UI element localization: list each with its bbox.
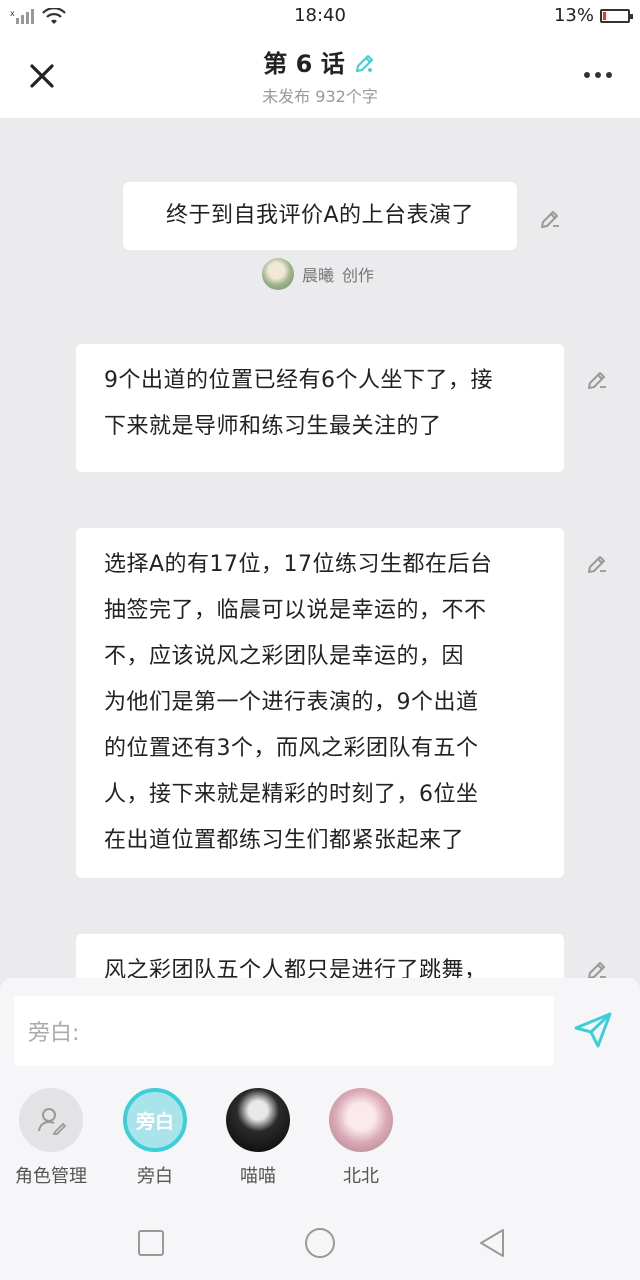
back-icon[interactable]: [475, 1226, 509, 1260]
more-dot: [584, 72, 590, 78]
input-placeholder: 旁白:: [28, 1021, 80, 1046]
recent-apps-icon[interactable]: [134, 1226, 168, 1260]
role-manage-icon: [38, 1108, 66, 1135]
paragraph-line: 不，应该说风之彩团队是幸运的，因: [104, 644, 465, 669]
episode-meta: 未发布 932个字: [0, 83, 640, 107]
author-info: 晨曦 创作: [262, 258, 374, 290]
battery-percent: 13%: [553, 5, 594, 26]
edit-icon[interactable]: [585, 551, 609, 575]
send-icon[interactable]: [572, 1008, 614, 1050]
avatar: [329, 1088, 393, 1152]
avatar: [226, 1088, 290, 1152]
status-time: 18:40: [294, 5, 346, 26]
role-label: 旁白: [137, 1166, 173, 1187]
role-narrator[interactable]: 旁白 旁白: [105, 1088, 205, 1188]
paragraph-line: 9个出道的位置已经有6个人坐下了，接: [104, 368, 493, 393]
home-icon[interactable]: [303, 1226, 337, 1260]
role-manage-circle: [19, 1088, 83, 1152]
paragraph-line: 下来就是导师和练习生最关注的了: [104, 414, 442, 439]
paragraph-bubble[interactable]: 风之彩团队五个人都只是进行了跳舞，: [76, 934, 564, 978]
more-icon[interactable]: [584, 72, 612, 78]
title-edit-icon[interactable]: [353, 50, 377, 74]
paragraph-line: 人，接下来就是精彩的时刻了，6位坐: [104, 782, 479, 807]
author-suffix: 创作: [342, 266, 375, 285]
episode-title: 第 6 话: [263, 50, 345, 78]
status-bar: x 18:40 13%: [0, 0, 640, 32]
role-narrator-avatar: 旁白: [123, 1088, 187, 1152]
system-nav-bar: [0, 1208, 640, 1280]
episode-title-row[interactable]: 第 6 话: [263, 44, 376, 79]
role-label: 北北: [343, 1166, 379, 1187]
story-title-bubble[interactable]: 终于到自我评价A的上台表演了: [123, 182, 517, 250]
battery-icon: [600, 8, 633, 23]
paragraph-line: 抽签完了，临晨可以说是幸运的，不不: [104, 598, 487, 623]
paragraph-line: 的位置还有3个，而风之彩团队有五个: [104, 736, 479, 761]
title-area: 第 6 话 未发布 932个字: [0, 44, 640, 107]
paragraph-line: 在出道位置都练习生们都紧张起来了: [104, 828, 465, 853]
top-bar: 第 6 话 未发布 932个字: [0, 32, 640, 118]
more-dot: [595, 72, 601, 78]
edit-icon[interactable]: [585, 957, 609, 978]
role-label: 角色管理: [15, 1166, 87, 1187]
paragraph-line: 选择A的有17位，17位练习生都在后台: [104, 552, 493, 577]
word-count: 932个字: [315, 87, 378, 106]
narrator-badge: 旁白: [135, 1110, 174, 1133]
composer-panel: 旁白: 角色管理 旁白 旁白 喵喵 北北: [0, 978, 640, 1280]
role-label: 喵喵: [240, 1166, 276, 1187]
story-content[interactable]: 终于到自我评价A的上台表演了 晨曦 创作 9个出道的位置已经有6个人坐下了，接 …: [0, 118, 640, 978]
role-beibei[interactable]: 北北: [311, 1088, 411, 1188]
status-right: 13%: [553, 5, 633, 26]
narration-input[interactable]: 旁白:: [14, 996, 554, 1066]
author-avatar: [262, 258, 294, 290]
paragraph-line: 风之彩团队五个人都只是进行了跳舞，: [104, 958, 487, 978]
edit-icon[interactable]: [585, 367, 609, 391]
paragraph-bubble[interactable]: 选择A的有17位，17位练习生都在后台 抽签完了，临晨可以说是幸运的，不不 不，…: [76, 528, 564, 878]
paragraph-line: 为他们是第一个进行表演的，9个出道: [104, 690, 479, 715]
battery-level-fill: [603, 11, 607, 20]
story-title-text: 终于到自我评价A的上台表演了: [165, 203, 475, 228]
role-manage[interactable]: 角色管理: [1, 1088, 101, 1188]
role-miaomiao[interactable]: 喵喵: [208, 1088, 308, 1188]
paragraph-bubble[interactable]: 9个出道的位置已经有6个人坐下了，接 下来就是导师和练习生最关注的了: [76, 344, 564, 472]
author-name: 晨曦: [302, 266, 335, 285]
edit-icon[interactable]: [538, 206, 562, 230]
role-selector: 角色管理 旁白 旁白 喵喵 北北: [0, 1086, 640, 1188]
publish-status: 未发布: [262, 87, 311, 106]
more-dot: [606, 72, 612, 78]
